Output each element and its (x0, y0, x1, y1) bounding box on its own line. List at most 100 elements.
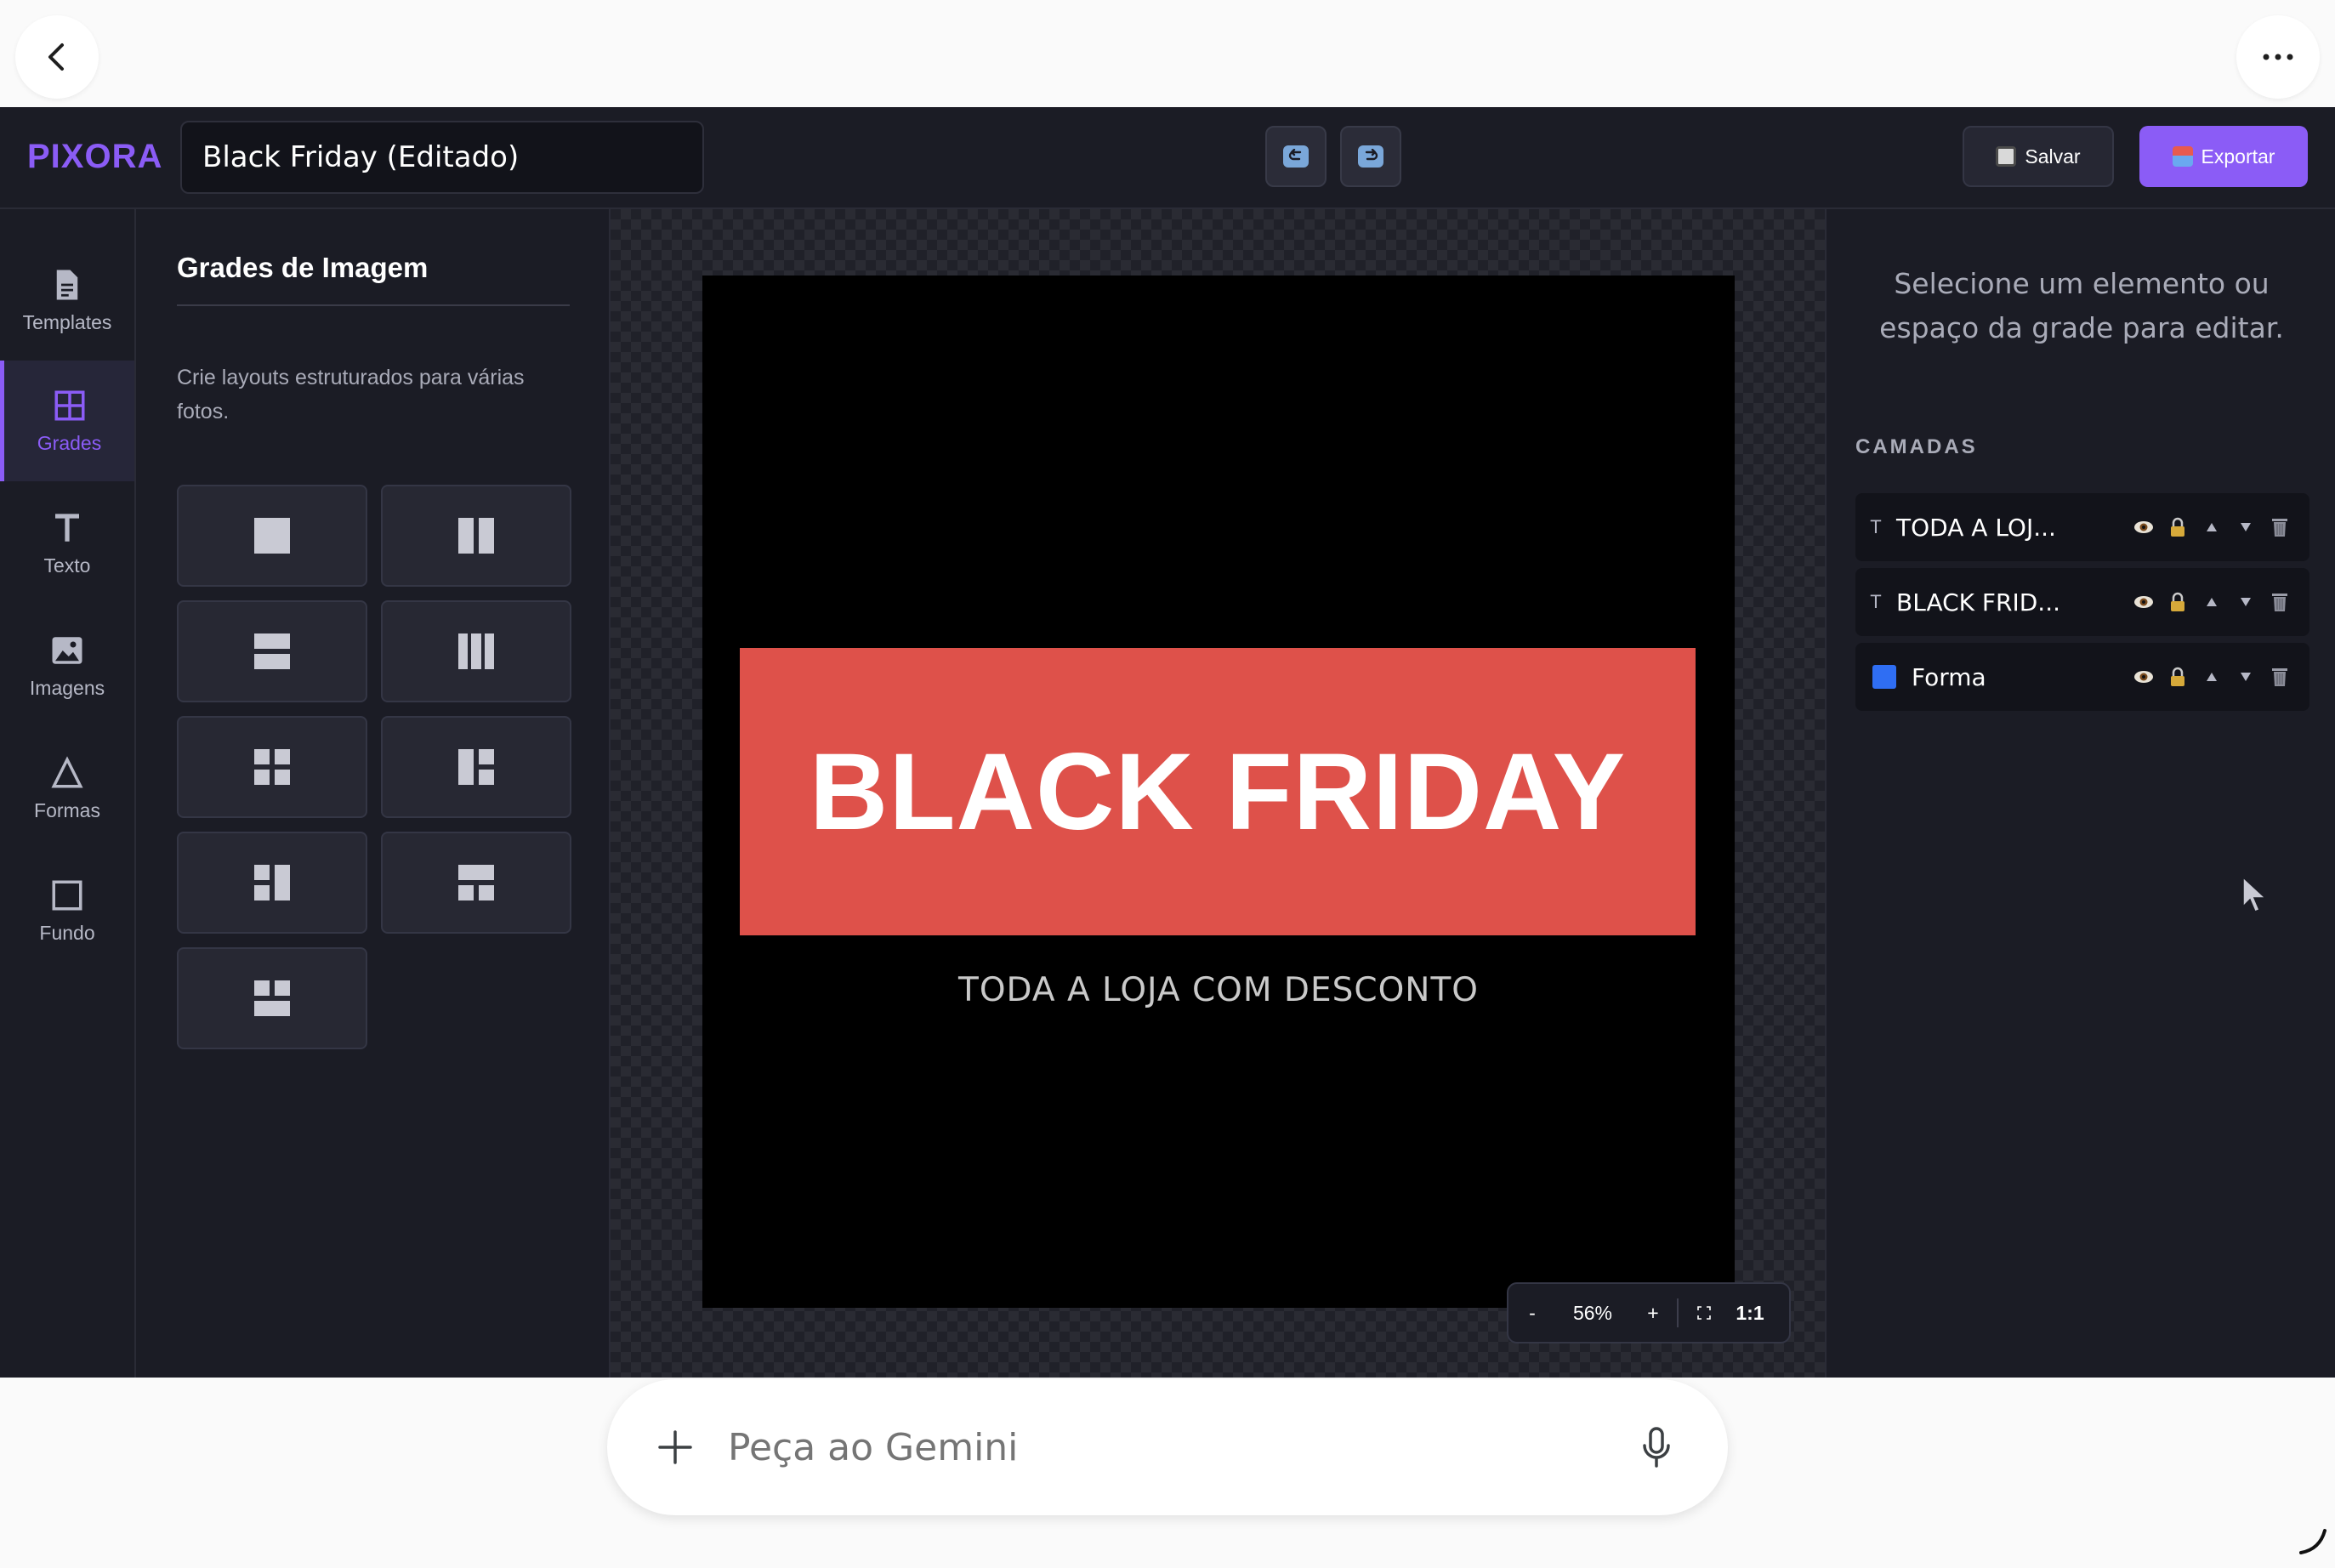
grid-layout-single[interactable] (177, 485, 367, 587)
trash-icon[interactable] (2269, 666, 2291, 688)
square-icon (52, 880, 82, 910)
grid-layout-four-grid[interactable] (177, 716, 367, 818)
rail-item-texto[interactable]: Texto (0, 483, 134, 604)
rail-item-label: Texto (43, 554, 91, 577)
layer-row[interactable]: T BLACK FRID... (1855, 568, 2309, 636)
rail-item-label: Formas (34, 798, 100, 821)
layout-right-big-icon (254, 865, 290, 900)
layer-name: BLACK FRID... (1896, 588, 2061, 616)
arrow-up-icon[interactable] (2201, 591, 2223, 613)
grids-panel: Grades de Imagem Crie layouts estruturad… (136, 209, 611, 1378)
back-button[interactable] (15, 15, 99, 99)
arrow-down-icon[interactable] (2235, 516, 2257, 538)
layer-actions (2133, 516, 2291, 538)
zoom-level: 56% (1572, 1301, 1613, 1324)
text-icon (55, 513, 79, 542)
arrow-down-icon[interactable] (2235, 666, 2257, 688)
save-button-label: Salvar (2025, 145, 2081, 168)
brand-logo: PIXORA (27, 138, 163, 175)
layout-bottom-big-icon (254, 980, 290, 1016)
zoom-in-button[interactable]: + (1629, 1284, 1677, 1342)
rail-item-templates[interactable]: Templates (0, 240, 134, 361)
rail-item-label: Grades (37, 431, 102, 454)
gemini-input[interactable] (728, 1417, 1578, 1478)
undo-button[interactable] (1265, 126, 1327, 187)
actual-size-button[interactable]: 1:1 (1730, 1284, 1770, 1342)
lock-icon[interactable] (2167, 666, 2189, 688)
export-button-label: Exportar (2201, 145, 2275, 168)
arrow-up-icon[interactable] (2201, 516, 2223, 538)
floppy-disk-icon (1996, 146, 2017, 167)
arrow-up-icon[interactable] (2201, 666, 2223, 688)
layout-two-columns-icon (458, 518, 494, 554)
panel-title: Grades de Imagem (177, 252, 429, 283)
lock-icon[interactable] (2167, 516, 2189, 538)
zoom-out-button[interactable]: - (1508, 1284, 1556, 1342)
layer-row[interactable]: T TODA A LOJ... (1855, 493, 2309, 561)
grid-layout-left-two-right-big[interactable] (177, 832, 367, 934)
resize-handle-icon[interactable] (2296, 1524, 2330, 1558)
panel-description: Crie layouts estruturados para várias fo… (177, 366, 525, 423)
grid-icon (54, 390, 84, 420)
image-icon (52, 636, 82, 664)
more-options-button[interactable] (2236, 15, 2320, 99)
grid-layout-two-rows[interactable] (177, 600, 367, 702)
layout-three-columns-icon (458, 633, 494, 669)
layer-actions (2133, 666, 2291, 688)
layer-row[interactable]: Forma (1855, 643, 2309, 711)
arrow-down-icon[interactable] (2235, 591, 2257, 613)
rail-item-label: Fundo (39, 921, 95, 944)
rail-item-formas[interactable]: Formas (0, 728, 134, 849)
subline-text[interactable]: TODA A LOJA COM DESCONTO (702, 971, 1735, 1009)
panel-divider (177, 304, 570, 306)
trash-icon[interactable] (2269, 591, 2291, 613)
fit-screen-icon (1697, 1306, 1711, 1320)
undo-icon (1283, 145, 1309, 168)
text-layer-icon: T (1870, 591, 1882, 612)
rail-item-imagens[interactable]: Imagens (0, 605, 134, 726)
zoom-controls: - 56% + 1:1 (1507, 1282, 1791, 1344)
save-button[interactable]: Salvar (1963, 126, 2114, 187)
redo-icon (1358, 145, 1383, 168)
text-layer-icon: T (1870, 516, 1882, 537)
more-horizontal-icon (2263, 54, 2293, 60)
trash-icon[interactable] (2269, 516, 2291, 538)
grid-layout-two-columns[interactable] (381, 485, 571, 587)
grid-layout-top-big-bottom-two[interactable] (381, 832, 571, 934)
export-button[interactable]: Exportar (2139, 126, 2308, 187)
canvas-workspace[interactable]: BLACK FRIDAY TODA A LOJA COM DESCONTO - … (611, 209, 1825, 1378)
grid-layout-left-big-right-two[interactable] (381, 716, 571, 818)
fit-screen-button[interactable] (1679, 1284, 1730, 1342)
plus-icon[interactable] (653, 1425, 697, 1469)
headline-text[interactable]: BLACK FRIDAY (740, 648, 1696, 935)
rail-item-grades[interactable]: Grades (0, 361, 134, 481)
layer-name: TODA A LOJ... (1896, 513, 2056, 542)
export-tray-icon (2172, 146, 2193, 167)
layer-name: Forma (1912, 662, 1986, 691)
rail-item-fundo[interactable]: Fundo (0, 850, 134, 971)
lock-icon[interactable] (2167, 591, 2189, 613)
layout-single-icon (254, 518, 290, 554)
layout-left-big-icon (458, 749, 494, 785)
properties-panel: Selecione um elemento ou espaço da grade… (1825, 209, 2335, 1378)
tool-rail: Templates Grades Texto Imagens Formas Fu… (0, 209, 136, 1378)
layout-two-rows-icon (254, 633, 290, 669)
layer-actions (2133, 591, 2291, 613)
rail-item-label: Imagens (29, 676, 105, 699)
eye-icon[interactable] (2133, 591, 2155, 613)
document-icon (56, 270, 78, 299)
chevron-left-icon (48, 43, 64, 71)
layout-top-big-icon (458, 865, 494, 900)
app-header: PIXORA Black Friday (Editado) Salvar Exp… (0, 107, 2335, 209)
grid-layout-three-columns[interactable] (381, 600, 571, 702)
grid-layout-top-two-bottom-big[interactable] (177, 947, 367, 1049)
layout-four-grid-icon (254, 749, 290, 785)
eye-icon[interactable] (2133, 666, 2155, 688)
document-title-field[interactable]: Black Friday (Editado) (180, 121, 704, 194)
eye-icon[interactable] (2133, 516, 2155, 538)
mouse-cursor-icon (2242, 876, 2267, 912)
browser-top-bar (0, 0, 2335, 107)
microphone-icon[interactable] (1634, 1423, 1679, 1471)
artboard[interactable]: BLACK FRIDAY TODA A LOJA COM DESCONTO (702, 276, 1735, 1308)
redo-button[interactable] (1340, 126, 1401, 187)
